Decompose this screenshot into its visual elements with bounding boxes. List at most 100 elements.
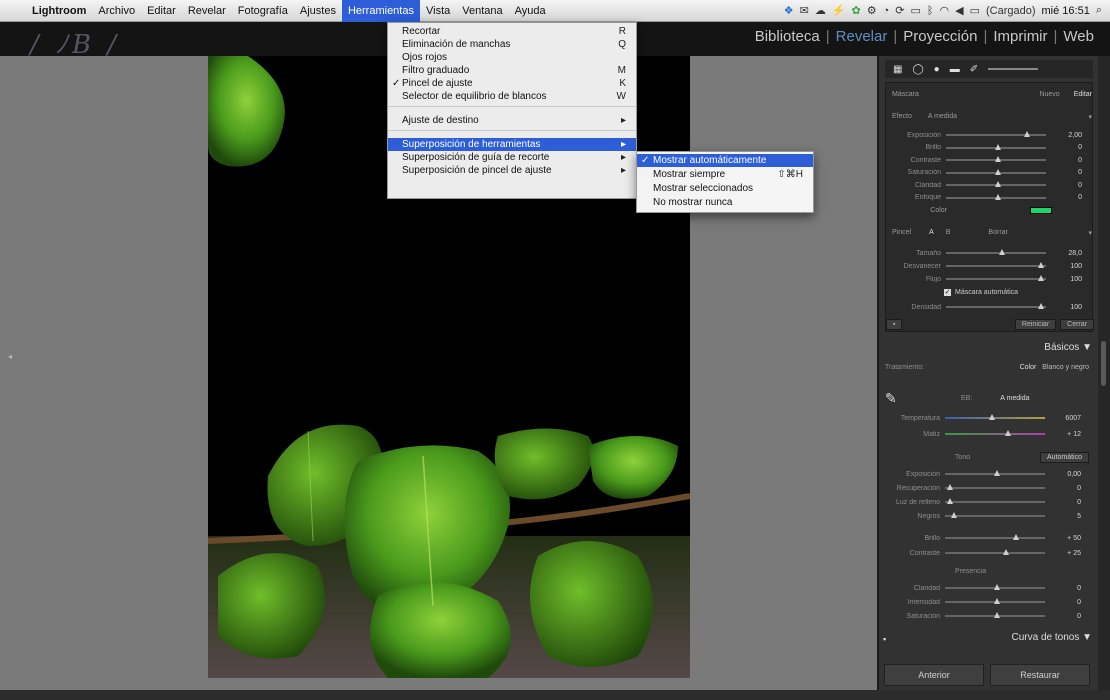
previous-button[interactable]: Anterior xyxy=(884,664,984,686)
crop-tool-icon[interactable]: ▦ xyxy=(893,64,902,75)
effect-4-knob[interactable] xyxy=(995,181,1001,187)
menu-lightroom[interactable]: Lightroom xyxy=(26,0,92,22)
tool-strip-slider[interactable] xyxy=(988,68,1039,70)
mail-icon[interactable]: ✉ xyxy=(800,4,809,17)
brush-a-button[interactable]: A xyxy=(929,229,934,237)
tone-1-slider[interactable]: Recuperación 0 xyxy=(885,482,1093,494)
herramientas-item-8[interactable]: Superposición de guía de recorte ▸ xyxy=(388,151,636,164)
tint-knob[interactable] xyxy=(1005,430,1011,436)
effect-3-slider[interactable]: Saturación 0 xyxy=(886,167,1094,179)
battery-status[interactable]: (Cargado) xyxy=(986,5,1036,17)
effect-5-slider[interactable]: Enfoque 0 xyxy=(886,192,1094,204)
tone-5-slider[interactable]: Contraste + 25 xyxy=(885,547,1093,559)
curva-section-title[interactable]: Curva de tonos ▼ xyxy=(1012,632,1093,643)
superposicion-item-0[interactable]: ✓ Mostrar automáticamente xyxy=(637,154,813,167)
superposicion-item-2[interactable]: Mostrar seleccionados xyxy=(637,182,813,195)
presence-0-track[interactable] xyxy=(945,584,1045,590)
effect-2-slider[interactable]: Contraste 0 xyxy=(886,154,1094,166)
reset-button[interactable]: Restaurar xyxy=(990,664,1090,686)
sync-icon[interactable]: ⟳ xyxy=(895,4,904,17)
battery-icon[interactable]: ▭ xyxy=(970,4,980,17)
brush-2-track[interactable] xyxy=(946,275,1046,281)
temperature-slider[interactable]: Temperatura 6007 xyxy=(885,412,1093,424)
herramientas-item-4[interactable]: ✓ Pincel de ajuste K xyxy=(388,77,636,90)
effect-0-knob[interactable] xyxy=(1024,131,1030,137)
presence-1-knob[interactable] xyxy=(994,598,1000,604)
density-knob[interactable] xyxy=(1038,303,1044,309)
effect-0-track[interactable] xyxy=(946,131,1046,137)
module-biblioteca[interactable]: Biblioteca xyxy=(749,28,826,45)
brush-0-knob[interactable] xyxy=(999,249,1005,255)
dropbox-icon[interactable]: ❖ xyxy=(784,4,794,17)
module-proyeccion[interactable]: Proyección xyxy=(897,28,983,45)
cloud-icon[interactable]: ☁ xyxy=(815,4,826,17)
module-imprimir[interactable]: Imprimir xyxy=(987,28,1053,45)
brush-0-track[interactable] xyxy=(946,249,1046,255)
bluetooth-icon[interactable]: ᛒ xyxy=(927,5,934,17)
herramientas-item-3[interactable]: Filtro graduado M xyxy=(388,64,636,77)
effect-5-track[interactable] xyxy=(946,193,1046,200)
automask-check-icon[interactable]: ✓ xyxy=(944,289,951,296)
module-web[interactable]: Web xyxy=(1057,28,1100,45)
brush-reset-button[interactable]: Reiniciar xyxy=(1014,318,1057,330)
tint-slider[interactable]: Matiz + 12 xyxy=(885,428,1093,440)
scroll-thumb[interactable] xyxy=(1101,341,1106,386)
herramientas-item-5[interactable]: Selector de equilibrio de blancos W xyxy=(388,90,636,103)
brush-b-button[interactable]: B xyxy=(946,229,951,237)
tone-0-slider[interactable]: Exposición 0,00 xyxy=(885,468,1093,480)
herramientas-item-9[interactable]: Superposición de pincel de ajuste ▸ xyxy=(388,164,636,177)
menu-editar[interactable]: Editar xyxy=(141,0,182,22)
herramientas-item-6[interactable]: Ajuste de destino ▸ xyxy=(388,114,636,127)
history-icon[interactable]: ◔ xyxy=(883,5,890,17)
gear-icon[interactable]: ⚙ xyxy=(867,4,877,17)
herramientas-item-2[interactable]: Ojos rojos xyxy=(388,51,636,64)
superposicion-item-1[interactable]: Mostrar siempre ⇧⌘H xyxy=(637,168,813,181)
menu-vista[interactable]: Vista xyxy=(420,0,456,22)
tone-0-track[interactable] xyxy=(945,470,1045,476)
brush-erase-button[interactable]: Borrar xyxy=(988,229,1007,237)
wheel-icon[interactable]: ✿ xyxy=(852,4,861,17)
bolt-icon[interactable]: ⚡ xyxy=(832,4,846,17)
wb-picker-icon[interactable]: ✎ xyxy=(885,390,925,407)
tone-2-knob[interactable] xyxy=(947,498,953,504)
brush-collapse-icon[interactable]: ▾ xyxy=(1088,229,1092,237)
herramientas-item-1[interactable]: Eliminación de manchas Q xyxy=(388,38,636,51)
tone-4-track[interactable] xyxy=(945,534,1045,540)
herramientas-item-0[interactable]: Recortar R xyxy=(388,25,636,38)
menu-fotografia[interactable]: Fotografía xyxy=(232,0,294,22)
effect-collapse-icon[interactable]: ▾ xyxy=(1088,113,1092,121)
tone-3-track[interactable] xyxy=(945,512,1045,518)
presence-1-track[interactable] xyxy=(945,598,1045,604)
wifi-icon[interactable]: ◠ xyxy=(940,4,950,17)
effect-1-track[interactable] xyxy=(946,143,1046,150)
effect-dropdown[interactable]: A medida xyxy=(928,113,957,121)
effect-5-knob[interactable] xyxy=(995,193,1001,200)
menu-ventana[interactable]: Ventana xyxy=(456,0,508,22)
tone-3-slider[interactable]: Negros 5 xyxy=(885,510,1093,522)
effect-1-knob[interactable] xyxy=(995,143,1001,150)
tone-4-slider[interactable]: Brillo + 50 xyxy=(885,532,1093,544)
tone-1-knob[interactable] xyxy=(947,484,953,490)
effect-1-slider[interactable]: Brillo 0 xyxy=(886,142,1094,154)
graduated-filter-icon[interactable]: ▬ xyxy=(950,64,960,75)
temperature-knob[interactable] xyxy=(989,414,995,420)
brush-2-knob[interactable] xyxy=(1038,275,1044,281)
menu-herramientas[interactable]: Herramientas xyxy=(341,0,420,22)
redeye-icon[interactable]: ● xyxy=(934,64,940,75)
wb-dropdown[interactable]: A medida xyxy=(1000,395,1029,402)
tone-auto-button[interactable]: Automático xyxy=(1039,452,1089,463)
herramientas-item-7[interactable]: Superposición de herramientas ▸ xyxy=(388,138,636,151)
basicos-section-title[interactable]: Básicos ▼ xyxy=(1044,342,1092,353)
tone-5-knob[interactable] xyxy=(1003,549,1009,555)
spotlight-icon[interactable]: ⌕ xyxy=(1096,4,1102,17)
volume-icon[interactable]: ◀ xyxy=(955,4,963,17)
presence-2-knob[interactable] xyxy=(994,612,1000,618)
tone-3-knob[interactable] xyxy=(951,512,957,518)
treatment-bw-button[interactable]: Blanco y negro xyxy=(1042,364,1093,371)
menu-revelar[interactable]: Revelar xyxy=(182,0,232,22)
effect-2-track[interactable] xyxy=(946,156,1046,162)
tone-5-track[interactable] xyxy=(945,549,1045,555)
brush-close-button[interactable]: Cerrar xyxy=(1060,318,1094,330)
effect-3-knob[interactable] xyxy=(995,168,1001,175)
brush-0-slider[interactable]: Tamaño 28,0 xyxy=(886,247,1094,259)
